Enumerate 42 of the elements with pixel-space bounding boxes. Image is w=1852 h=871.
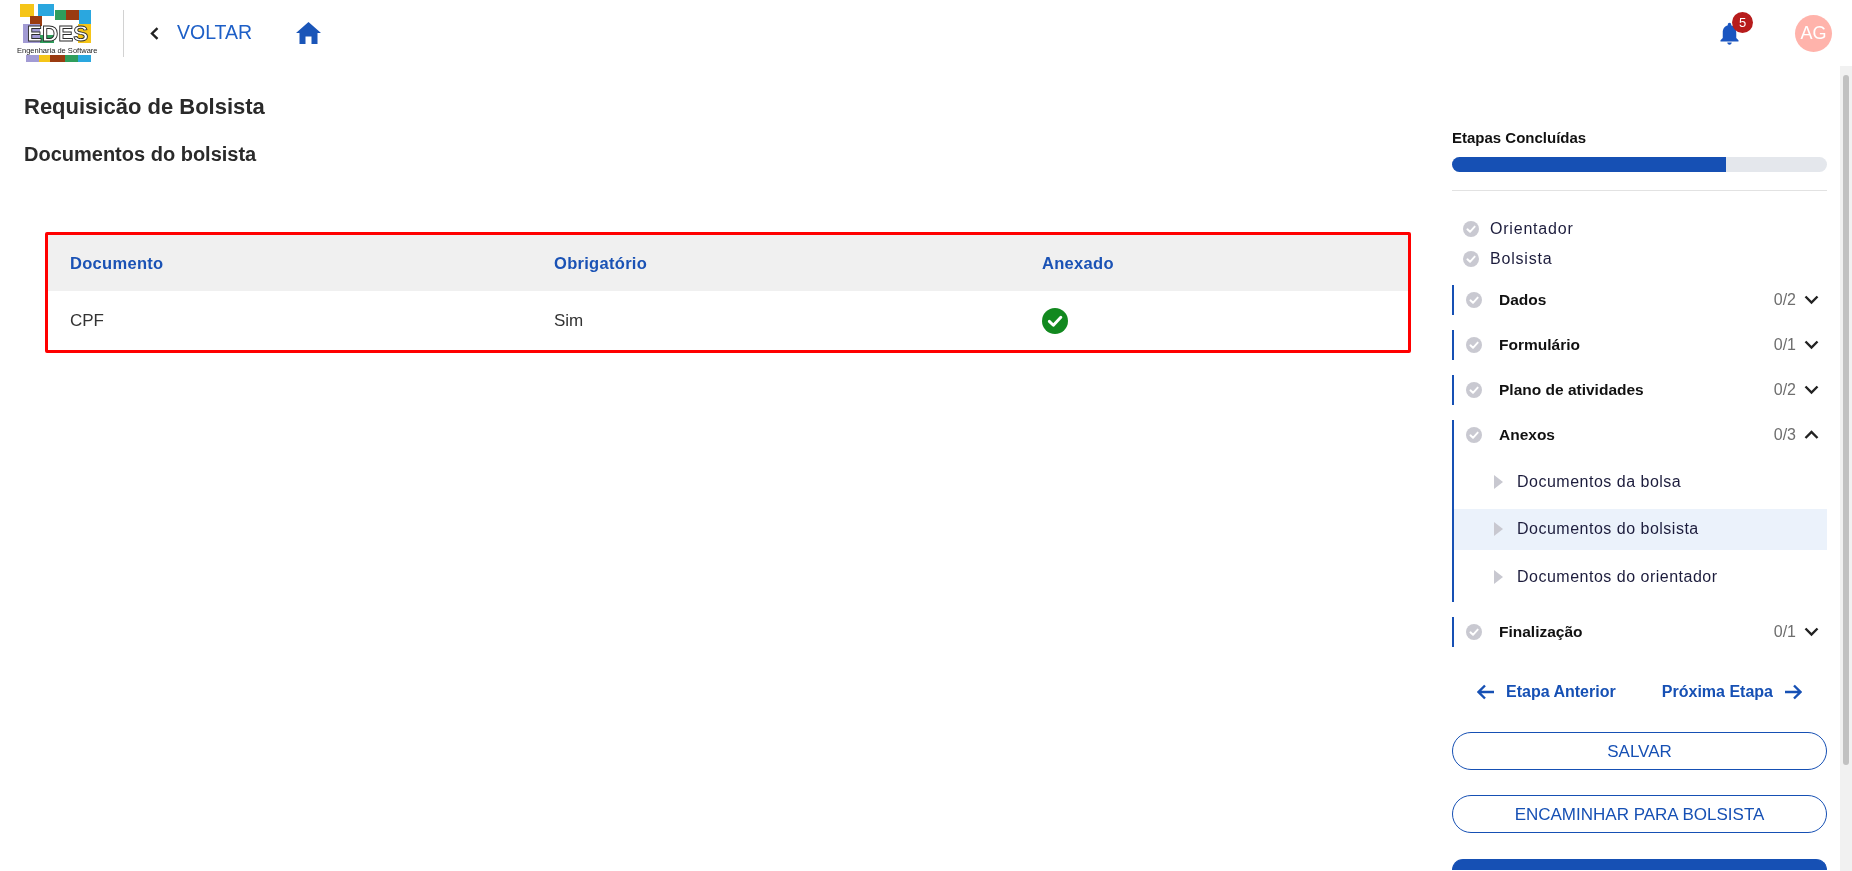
step-count: 0/2 [1773,382,1796,398]
submenu-item[interactable]: Documentos da bolsa [1454,461,1827,502]
triangle-icon [1494,522,1503,536]
table-cell: Sim [532,291,1020,350]
forward-button[interactable]: ENCAMINHAR PARA BOLSISTA [1452,795,1827,833]
step-label[interactable]: Bolsista [1490,247,1553,271]
save-button[interactable]: SALVAR [1452,732,1827,770]
step-label[interactable]: Orientador [1490,217,1574,241]
scrollbar-thumb[interactable] [1843,75,1849,765]
chevron-up-icon[interactable] [1804,430,1819,440]
column-header[interactable]: Documento [48,235,532,291]
home-icon[interactable] [296,22,322,44]
triangle-icon [1494,474,1503,489]
chevron-down-icon[interactable] [1804,627,1819,637]
table-cell: CPF [48,291,532,350]
chevron-left-icon [150,26,159,40]
section-title[interactable]: Plano de atividades [1499,382,1644,398]
previous-step-button[interactable]: Etapa Anterior [1477,683,1616,700]
arrow-right-icon [1784,683,1802,700]
submenu-item[interactable]: Documentos do bolsista [1454,508,1827,550]
chevron-down-icon[interactable] [1804,385,1819,395]
arrow-left-icon [1477,683,1495,700]
step-count: 0/1 [1773,337,1796,353]
column-header[interactable]: Obrigatório [532,235,1020,291]
progress-title: Etapas Concluídas [1452,129,1587,147]
section-title: Documentos do bolsista [24,143,257,166]
back-button[interactable]: VOLTAR [150,23,253,43]
page-title: Requisicão de Bolsista [24,94,265,120]
submenu-item[interactable]: Documentos do orientador [1454,556,1827,597]
next-step-button[interactable]: Próxima Etapa [1661,683,1802,700]
section-title[interactable]: Finalização [1499,624,1583,640]
chevron-down-icon[interactable] [1804,340,1819,350]
step-count: 0/3 [1773,427,1796,443]
section-title[interactable]: Dados [1499,292,1547,308]
chevron-down-icon[interactable] [1804,295,1819,305]
triangle-icon [1494,569,1503,584]
step-count: 0/1 [1773,624,1796,640]
notification-badge: 5 [1732,11,1753,33]
column-header[interactable]: Anexado [1020,235,1408,291]
section-title[interactable]: Anexos [1499,427,1555,443]
step-count: 0/2 [1773,292,1796,308]
section-title[interactable]: Formulário [1499,337,1580,353]
